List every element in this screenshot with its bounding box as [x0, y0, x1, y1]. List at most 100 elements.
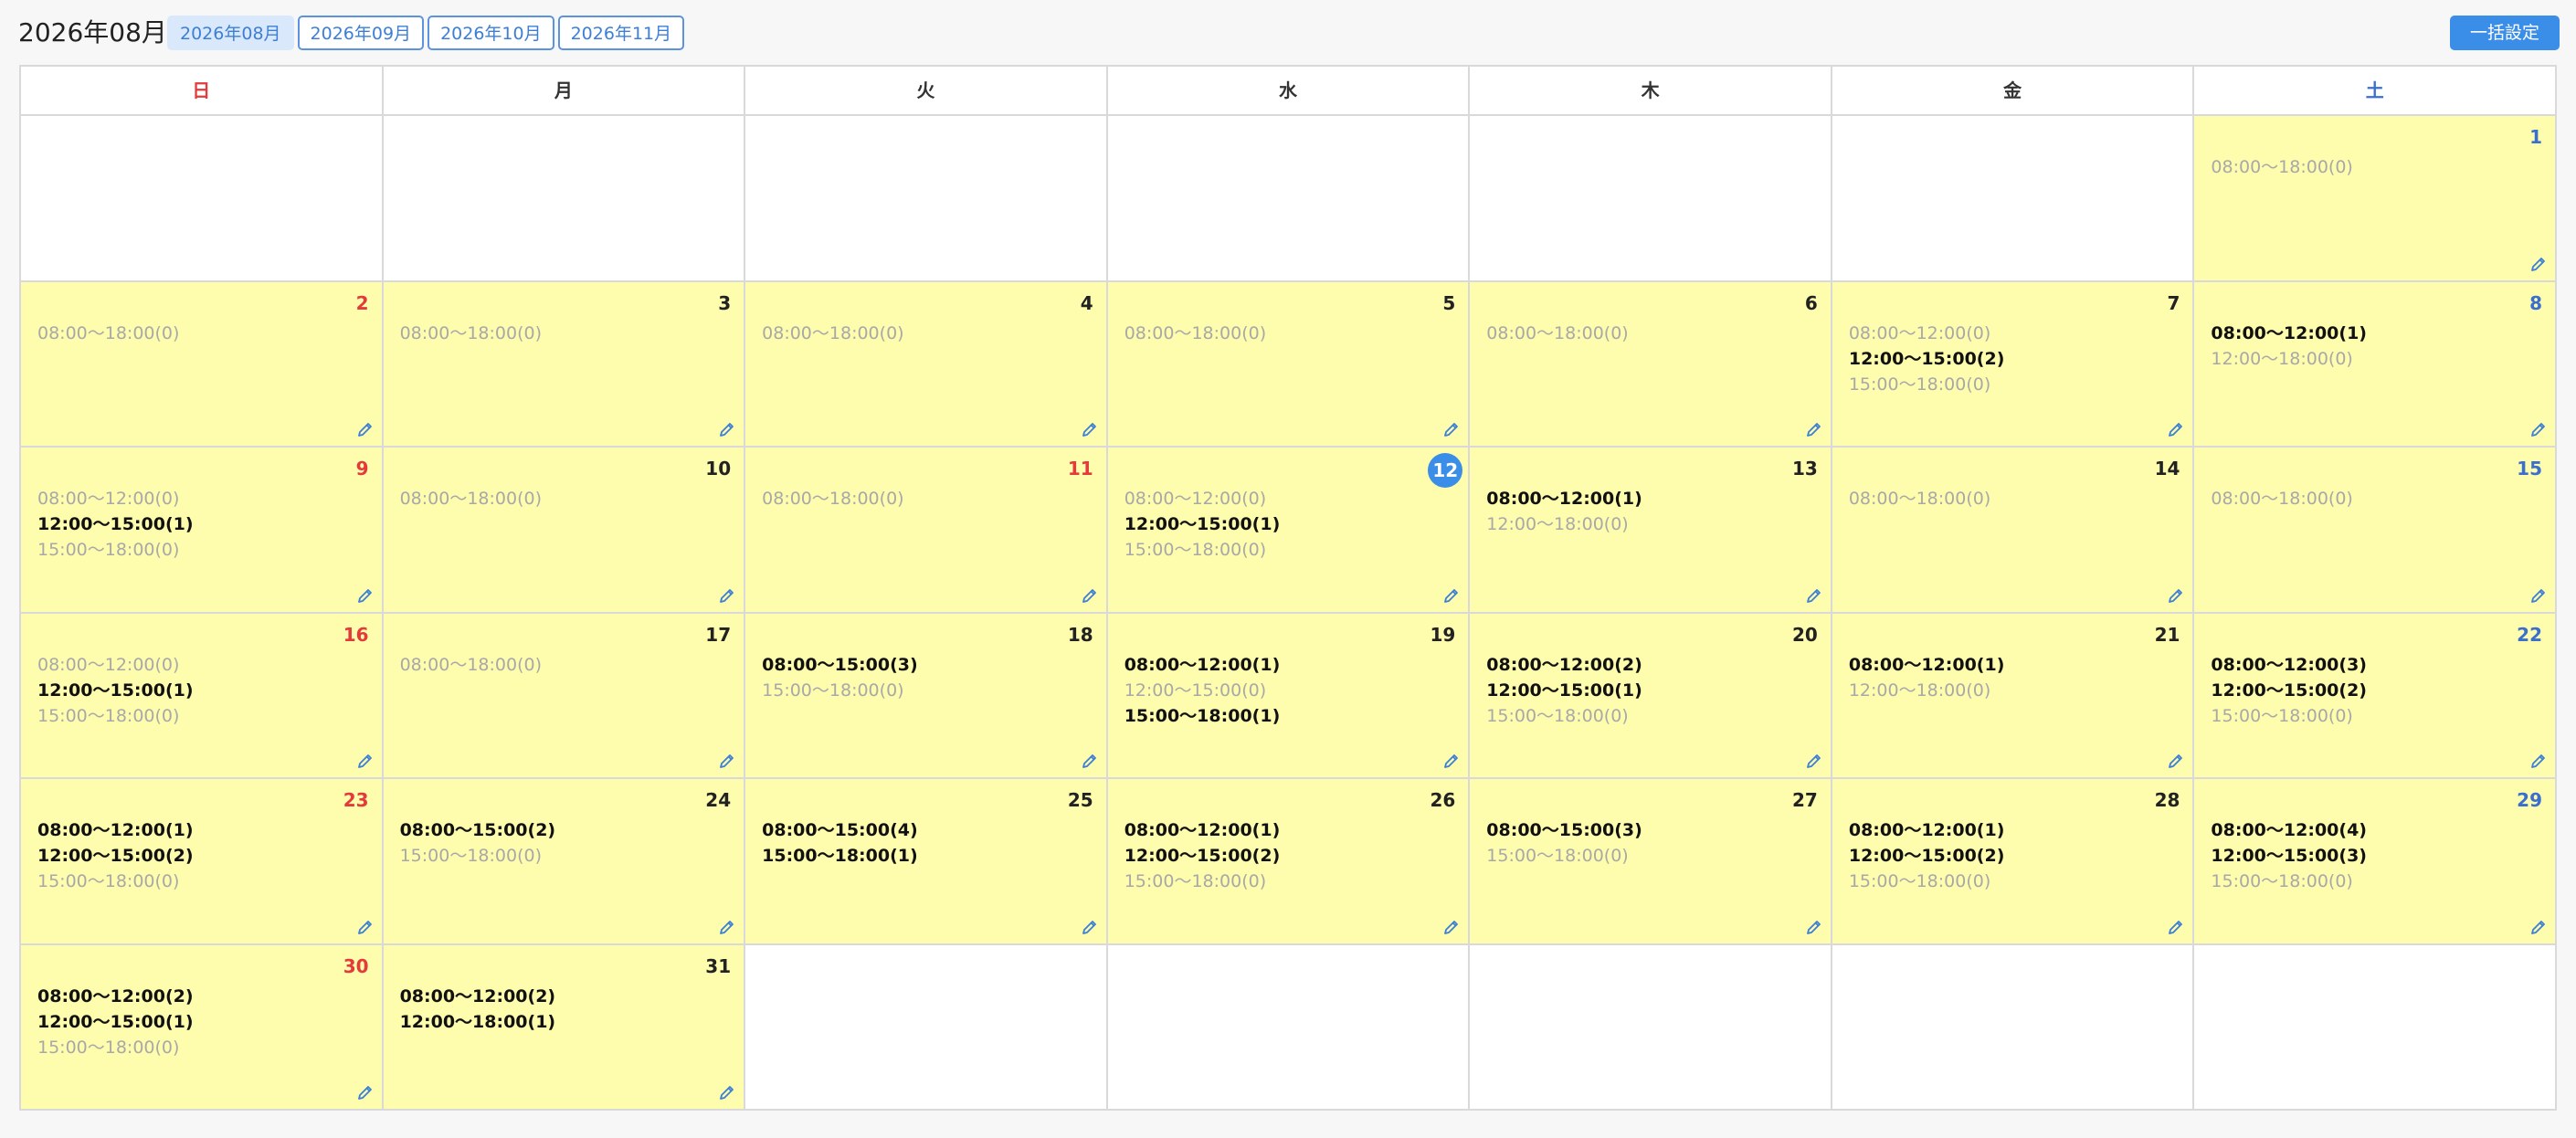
pencil-edit-icon[interactable] [718, 420, 736, 438]
day-cell[interactable]: 19 08:00〜12:00(1) 12:00〜15:00(0) 15:00〜18:0… [1107, 613, 1471, 779]
day-number: 3 [718, 291, 732, 314]
time-slot: 08:00〜12:00(2) [37, 985, 194, 1006]
day-cell[interactable]: 11 08:00〜18:00(0) [745, 448, 1108, 614]
day-cell[interactable]: 10 08:00〜18:00(0) [383, 448, 746, 614]
bulk-settings-button[interactable]: 一括設定 [2449, 16, 2560, 50]
pencil-edit-icon[interactable] [2529, 420, 2548, 438]
day-cell[interactable]: 31 08:00〜12:00(2) 12:00〜18:00(1) [383, 944, 746, 1111]
day-number: 8 [2529, 291, 2542, 314]
time-slot: 08:00〜18:00(0) [399, 654, 542, 675]
pencil-edit-icon[interactable] [2167, 752, 2185, 770]
tab-month-1[interactable]: 2026年08月 [167, 16, 294, 50]
day-cell[interactable]: 7 08:00〜12:00(0) 12:00〜15:00(2) 15:00〜18:00… [1832, 281, 2195, 448]
pencil-edit-icon[interactable] [2529, 918, 2548, 936]
pencil-edit-icon[interactable] [356, 1083, 375, 1101]
day-cell[interactable]: 15 08:00〜18:00(0) [2194, 448, 2557, 614]
day-number: 23 [343, 789, 369, 811]
pencil-edit-icon[interactable] [2167, 586, 2185, 605]
pencil-edit-icon[interactable] [1081, 752, 1099, 770]
day-cell[interactable]: 29 08:00〜12:00(4) 12:00〜15:00(3) 15:00〜18:0… [2194, 779, 2557, 945]
day-number: 4 [1080, 291, 1093, 314]
empty-day-cell [745, 944, 1108, 1111]
time-slot: 08:00〜12:00(4) [2211, 820, 2367, 840]
day-cell[interactable]: 1 08:00〜18:00(0) [2194, 116, 2557, 282]
weekday-tue: 火 [745, 67, 1108, 116]
time-slot: 08:00〜18:00(0) [762, 322, 904, 343]
time-slot: 08:00〜18:00(0) [762, 489, 904, 509]
weekday-sun: 日 [21, 67, 384, 116]
empty-day-cell [1832, 944, 2195, 1111]
empty-day-cell [2194, 944, 2557, 1111]
time-slot-list: 08:00〜18:00(0) [762, 321, 903, 346]
pencil-edit-icon[interactable] [1805, 420, 1823, 438]
day-cell[interactable]: 21 08:00〜12:00(1) 12:00〜18:00(0) [1832, 613, 2195, 779]
day-cell[interactable]: 30 08:00〜12:00(2) 12:00〜15:00(1) 15:00〜18:0… [21, 944, 384, 1111]
day-cell[interactable]: 23 08:00〜12:00(1) 12:00〜15:00(2) 15:00〜18:0… [21, 779, 384, 945]
day-cell[interactable]: 24 08:00〜15:00(2) 15:00〜18:00(0) [383, 779, 746, 945]
pencil-edit-icon[interactable] [1081, 586, 1099, 605]
pencil-edit-icon[interactable] [2167, 420, 2185, 438]
time-slot: 15:00〜18:00(0) [37, 540, 180, 560]
time-slot-list: 08:00〜12:00(0) 12:00〜15:00(1) 15:00〜18:00(… [37, 652, 194, 729]
pencil-edit-icon[interactable] [718, 918, 736, 936]
day-cell[interactable]: 20 08:00〜12:00(2) 12:00〜15:00(1) 15:00〜18:0… [1470, 613, 1832, 779]
time-slot: 15:00〜18:00(0) [37, 705, 180, 726]
time-slot: 12:00〜18:00(0) [2211, 348, 2353, 369]
empty-day-cell [1470, 944, 1832, 1111]
pencil-edit-icon[interactable] [356, 420, 375, 438]
pencil-edit-icon[interactable] [1805, 752, 1823, 770]
day-number: 6 [1804, 291, 1818, 314]
time-slot: 08:00〜18:00(0) [399, 322, 542, 343]
tab-month-2[interactable]: 2026年09月 [297, 16, 425, 50]
day-cell[interactable]: 13 08:00〜12:00(1) 12:00〜18:00(0) [1470, 448, 1832, 614]
day-cell[interactable]: 6 08:00〜18:00(0) [1470, 281, 1832, 448]
pencil-edit-icon[interactable] [1442, 752, 1461, 770]
day-cell[interactable]: 16 08:00〜12:00(0) 12:00〜15:00(1) 15:00〜18:0… [21, 613, 384, 779]
pencil-edit-icon[interactable] [2529, 255, 2548, 273]
day-cell[interactable]: 8 08:00〜12:00(1) 12:00〜18:00(0) [2194, 281, 2557, 448]
time-slot: 15:00〜18:00(0) [2211, 705, 2353, 726]
day-cell[interactable]: 28 08:00〜12:00(1) 12:00〜15:00(2) 15:00〜18:0… [1832, 779, 2195, 945]
pencil-edit-icon[interactable] [2529, 752, 2548, 770]
time-slot: 15:00〜18:00(0) [762, 680, 904, 701]
day-cell[interactable]: 2 08:00〜18:00(0) [21, 281, 384, 448]
time-slot-list: 08:00〜12:00(1) 12:00〜15:00(2) 15:00〜18:00(… [1849, 817, 2005, 894]
pencil-edit-icon[interactable] [2529, 586, 2548, 605]
empty-day-cell [1107, 944, 1471, 1111]
day-cell[interactable]: 14 08:00〜18:00(0) [1832, 448, 2195, 614]
pencil-edit-icon[interactable] [2167, 918, 2185, 936]
time-slot-list: 08:00〜18:00(0) [1124, 321, 1266, 346]
day-cell[interactable]: 12 08:00〜12:00(0) 12:00〜15:00(1) 15:00〜18:0… [1107, 448, 1471, 614]
pencil-edit-icon[interactable] [356, 918, 375, 936]
day-cell[interactable]: 9 08:00〜12:00(0) 12:00〜15:00(1) 15:00〜18:00… [21, 448, 384, 614]
day-cell[interactable]: 25 08:00〜15:00(4) 15:00〜18:00(1) [745, 779, 1108, 945]
day-cell[interactable]: 5 08:00〜18:00(0) [1107, 281, 1471, 448]
pencil-edit-icon[interactable] [718, 1083, 736, 1101]
day-cell[interactable]: 27 08:00〜15:00(3) 15:00〜18:00(0) [1470, 779, 1832, 945]
day-cell[interactable]: 4 08:00〜18:00(0) [745, 281, 1108, 448]
pencil-edit-icon[interactable] [1442, 586, 1461, 605]
pencil-edit-icon[interactable] [356, 586, 375, 605]
time-slot-list: 08:00〜15:00(3) 15:00〜18:00(0) [762, 652, 918, 703]
day-cell[interactable]: 18 08:00〜15:00(3) 15:00〜18:00(0) [745, 613, 1108, 779]
time-slot: 08:00〜18:00(0) [399, 489, 542, 509]
pencil-edit-icon[interactable] [1442, 420, 1461, 438]
weekday-mon: 月 [383, 67, 746, 116]
empty-day-cell [745, 116, 1108, 282]
tab-month-3[interactable]: 2026年10月 [428, 16, 554, 50]
pencil-edit-icon[interactable] [1805, 586, 1823, 605]
day-cell[interactable]: 26 08:00〜12:00(1) 12:00〜15:00(2) 15:00〜18:0… [1107, 779, 1471, 945]
pencil-edit-icon[interactable] [1805, 918, 1823, 936]
day-cell[interactable]: 22 08:00〜12:00(3) 12:00〜15:00(2) 15:00〜18:0… [2194, 613, 2557, 779]
tab-month-4[interactable]: 2026年11月 [557, 16, 685, 50]
time-slot-list: 08:00〜12:00(1) 12:00〜18:00(0) [1486, 486, 1642, 537]
pencil-edit-icon[interactable] [1081, 420, 1099, 438]
day-cell[interactable]: 3 08:00〜18:00(0) [383, 281, 746, 448]
pencil-edit-icon[interactable] [356, 752, 375, 770]
pencil-edit-icon[interactable] [1081, 918, 1099, 936]
day-cell[interactable]: 17 08:00〜18:00(0) [383, 613, 746, 779]
pencil-edit-icon[interactable] [718, 752, 736, 770]
pencil-edit-icon[interactable] [718, 586, 736, 605]
time-slot: 08:00〜12:00(2) [1486, 654, 1642, 675]
pencil-edit-icon[interactable] [1442, 918, 1461, 936]
